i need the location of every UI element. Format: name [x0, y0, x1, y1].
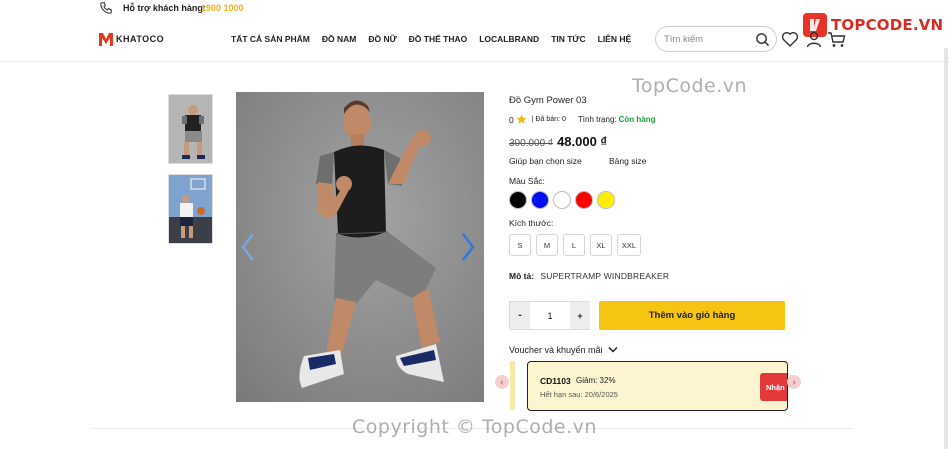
- scroll-thumb[interactable]: [944, 48, 948, 449]
- search-input[interactable]: [664, 32, 756, 46]
- size-chart-link[interactable]: Bảng size: [609, 156, 646, 166]
- sold-label: | Đã bán:: [531, 116, 561, 123]
- cart-icon[interactable]: [827, 31, 846, 48]
- product-thumbnail-1[interactable]: [168, 94, 213, 164]
- quantity-input[interactable]: 1: [530, 302, 570, 329]
- description-value: SUPERTRAMP WINDBREAKER: [540, 271, 670, 281]
- nav-item-sportswear[interactable]: ĐỒ THỂ THAO: [409, 34, 468, 44]
- size-option-s[interactable]: S: [509, 234, 531, 256]
- add-to-cart-button[interactable]: Thêm vào giỏ hàng: [599, 301, 785, 330]
- voucher-accent-bar: [510, 361, 515, 410]
- description-row: Mô tả: SUPERTRAMP WINDBREAKER: [509, 271, 669, 281]
- voucher-title: Voucher và khuyến mãi: [509, 345, 603, 355]
- color-swatch-red[interactable]: [575, 191, 593, 209]
- nav-item-women[interactable]: ĐỒ NỮ: [368, 34, 396, 44]
- rating-row: 0 | Đã bán: 0 Tình trạng: Còn hàng: [509, 114, 656, 125]
- page-scrollbar[interactable]: [943, 48, 949, 449]
- voucher-code: CD1103: [540, 376, 571, 386]
- main-nav: TẤT CẢ SẢN PHẨM ĐỒ NAM ĐỒ NỮ ĐỒ THỂ THAO…: [231, 34, 643, 44]
- voucher-toggle[interactable]: Voucher và khuyến mãi: [509, 345, 618, 355]
- brand-logo[interactable]: KHATOCO: [98, 31, 164, 47]
- search-box: [655, 26, 777, 52]
- size-option-xl[interactable]: XL: [590, 234, 612, 256]
- chevron-down-icon: [608, 346, 618, 353]
- voucher-discount: Giảm: 32%: [576, 376, 616, 385]
- image-prev-arrow-icon[interactable]: [240, 232, 256, 262]
- color-swatch-white[interactable]: [553, 191, 571, 209]
- brand-logo-icon: [99, 33, 113, 46]
- nav-item-men[interactable]: ĐỒ NAM: [322, 34, 356, 44]
- size-help-link[interactable]: Giúp bạn chọn size: [509, 156, 582, 166]
- old-price: 300.000 ₫: [509, 138, 554, 149]
- color-swatch-yellow[interactable]: [597, 191, 615, 209]
- nav-item-localbrand[interactable]: LOCALBRAND: [479, 34, 539, 44]
- support-label: Hỗ trợ khách hàng:: [123, 3, 206, 13]
- voucher-expiry: Hết hạn sau: 20/6/2025: [540, 390, 618, 399]
- nav-item-news[interactable]: TIN TỨC: [551, 34, 585, 44]
- phone-icon: [100, 2, 112, 14]
- user-icon[interactable]: [806, 31, 822, 48]
- header: KHATOCO TẤT CẢ SẢN PHẨM ĐỒ NAM ĐỒ NỮ ĐỒ …: [0, 18, 950, 62]
- thumbnail-1-image: [169, 95, 212, 163]
- watermark-text-mid: TopCode.vn: [632, 75, 748, 97]
- color-swatch-blue[interactable]: [531, 191, 549, 209]
- watermark-text-bottom: Copyright © TopCode.vn: [352, 416, 597, 438]
- nav-item-contact[interactable]: LIÊN HỆ: [598, 34, 632, 44]
- price-row: 300.000 ₫ 48.000 ₫: [509, 134, 607, 149]
- nav-item-all-products[interactable]: TẤT CẢ SẢN PHẨM: [231, 34, 310, 44]
- image-next-arrow-icon[interactable]: [460, 232, 476, 262]
- voucher-next-icon[interactable]: ›: [787, 375, 801, 389]
- color-swatch-black[interactable]: [509, 191, 527, 209]
- search-icon[interactable]: [755, 32, 770, 47]
- stock-status-label: Tình trạng:: [577, 115, 617, 124]
- quantity-increase-button[interactable]: +: [570, 302, 590, 329]
- thumbnail-2-image: [169, 175, 212, 243]
- color-label: Màu Sắc:: [509, 176, 545, 186]
- support-phone[interactable]: 1900 1000: [201, 3, 244, 13]
- size-label: Kích thước:: [509, 218, 554, 228]
- new-price: 48.000 ₫: [557, 134, 608, 149]
- brand-name: KHATOCO: [116, 34, 165, 44]
- quantity-stepper: - 1 +: [509, 301, 590, 330]
- heart-icon[interactable]: [781, 30, 799, 48]
- description-label: Mô tả:: [509, 271, 535, 281]
- product-thumbnail-2[interactable]: [168, 174, 213, 244]
- product-title: Đồ Gym Power 03: [509, 95, 587, 106]
- voucher-claim-button[interactable]: Nhận: [760, 373, 787, 401]
- size-option-xxl[interactable]: XXL: [617, 234, 641, 256]
- rating-value: 0: [509, 114, 514, 125]
- stock-status-value: Còn hàng: [618, 115, 656, 124]
- sold-count: 0: [562, 116, 566, 123]
- size-option-l[interactable]: L: [563, 234, 585, 256]
- product-main-image[interactable]: [236, 92, 484, 402]
- star-icon: [516, 114, 527, 124]
- product-photo: [236, 92, 484, 402]
- quantity-decrease-button[interactable]: -: [510, 302, 530, 329]
- size-option-m[interactable]: M: [536, 234, 558, 256]
- voucher-prev-icon[interactable]: ‹: [495, 375, 509, 389]
- voucher-card: CD1103 Giảm: 32% Hết hạn sau: 20/6/2025 …: [527, 361, 788, 411]
